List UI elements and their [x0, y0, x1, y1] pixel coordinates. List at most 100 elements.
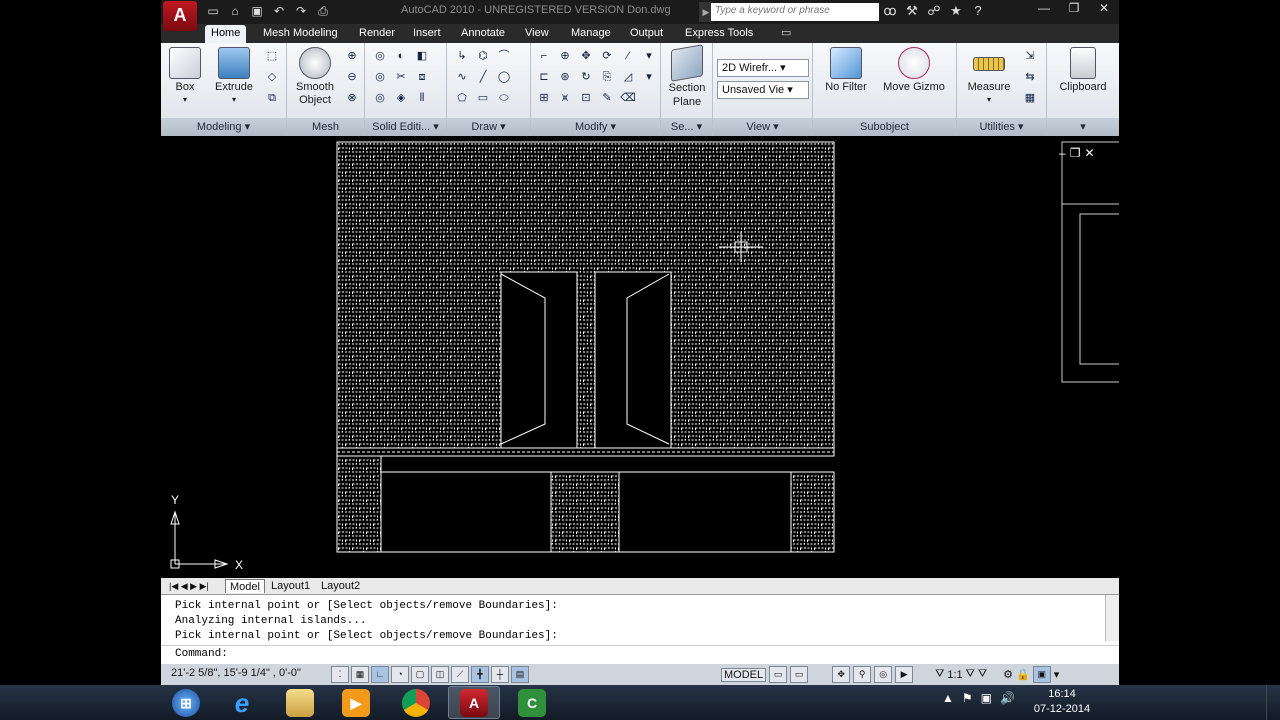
object-snap-icon[interactable]: ▢: [411, 666, 429, 683]
annotation-scale-icon[interactable]: ⛛: [935, 668, 944, 681]
calculator-icon[interactable]: ▦: [1021, 89, 1039, 107]
panel-title-utilities[interactable]: Utilities ▾: [957, 118, 1046, 136]
quick-view-layouts-icon[interactable]: ▭: [769, 666, 788, 683]
tab-model[interactable]: Model: [225, 579, 265, 593]
panel-title-modify[interactable]: Modify ▾: [531, 118, 660, 136]
tab-output[interactable]: Output: [624, 25, 669, 43]
rectangle-icon[interactable]: ▭: [474, 89, 492, 107]
help-icon[interactable]: ?: [969, 2, 987, 20]
line-icon[interactable]: ╱: [474, 68, 492, 86]
taskbar-internet-explorer[interactable]: e: [216, 686, 268, 719]
minimize-icon[interactable]: —: [1029, 0, 1059, 18]
polygon-icon[interactable]: ⬠: [453, 89, 471, 107]
panel-title-solid-editing[interactable]: Solid Editi... ▾: [365, 118, 446, 136]
smooth-more-icon[interactable]: ⊕: [343, 47, 361, 65]
taskbar-clock[interactable]: 16:14 07-12-2014: [1030, 687, 1094, 717]
workspace-switching-icon[interactable]: ⚙: [1003, 668, 1013, 681]
pillars[interactable]: [336, 455, 835, 553]
erase-icon[interactable]: ⌫: [619, 89, 637, 107]
snap-mode-icon[interactable]: ⁚: [331, 666, 349, 683]
action-center-icon[interactable]: ⚑: [962, 691, 973, 705]
quick-view-drawings-icon[interactable]: ▭: [790, 666, 809, 683]
measure-button[interactable]: Measure ▾: [963, 47, 1015, 105]
layout-nav-icons[interactable]: |◀ ◀ ▶ ▶|: [165, 579, 213, 593]
clean-screen-icon[interactable]: ▣: [1032, 666, 1051, 683]
fillet-icon[interactable]: ⌐: [535, 47, 553, 65]
no-filter-button[interactable]: No Filter: [821, 47, 871, 93]
viewport-restore-icon[interactable]: ❐: [1070, 146, 1081, 160]
presspull-icon[interactable]: ⬚: [263, 47, 281, 65]
ortho-mode-icon[interactable]: ∟: [371, 666, 389, 683]
favorites-icon[interactable]: ★: [947, 2, 965, 20]
loft-icon[interactable]: ⧉: [263, 89, 281, 107]
tab-annotate[interactable]: Annotate: [455, 25, 511, 43]
ellipse-icon[interactable]: ⬭: [495, 89, 513, 107]
clipboard-button[interactable]: Clipboard: [1055, 47, 1111, 93]
tab-insert[interactable]: Insert: [407, 25, 447, 43]
taskbar-media-player[interactable]: ▶: [330, 686, 382, 719]
volume-icon[interactable]: 🔊: [1000, 691, 1015, 705]
3d-object-snap-icon[interactable]: ◫: [431, 666, 449, 683]
grid-display-icon[interactable]: ▦: [351, 666, 369, 683]
command-input-row[interactable]: Command:: [161, 645, 1119, 663]
annotation-visibility-icon[interactable]: ⛛: [966, 668, 975, 681]
taskbar-autocad[interactable]: A: [448, 686, 500, 719]
tab-layout2[interactable]: Layout2: [317, 579, 364, 593]
polyline-icon[interactable]: ↳: [453, 47, 471, 65]
separate-icon[interactable]: ⫴: [413, 89, 431, 107]
redo-icon[interactable]: ↷: [293, 3, 309, 19]
smooth-less-icon[interactable]: ⊖: [343, 68, 361, 86]
3d-rotate-icon[interactable]: ⟳: [598, 47, 616, 65]
drawing-canvas[interactable]: Y X – ❐ ✕: [161, 138, 1123, 578]
refine-mesh-icon[interactable]: ⊗: [343, 89, 361, 107]
3d-polyline-icon[interactable]: ⌬: [474, 47, 492, 65]
visual-style-dropdown[interactable]: 2D Wirefr... ▾: [717, 59, 809, 77]
dynamic-ucs-icon[interactable]: ╋: [471, 666, 489, 683]
interfere-icon[interactable]: ◎: [371, 89, 389, 107]
panel-title-modeling[interactable]: Modeling ▾: [161, 118, 286, 136]
quick-select-icon[interactable]: ⇲: [1021, 47, 1039, 65]
move-gizmo-button[interactable]: Move Gizmo: [879, 47, 949, 93]
section-plane-button[interactable]: Section Plane: [663, 44, 711, 109]
showmotion-icon[interactable]: ▶: [895, 666, 914, 683]
arc-icon[interactable]: ⌒: [495, 47, 513, 65]
tab-mesh-modeling[interactable]: Mesh Modeling: [257, 25, 344, 43]
restore-icon[interactable]: ❐: [1059, 0, 1089, 18]
stretch-icon[interactable]: ◿: [619, 68, 637, 86]
communication-icon[interactable]: ☍: [925, 2, 943, 20]
union-icon[interactable]: ◎: [371, 47, 389, 65]
rotate-icon[interactable]: ↻: [577, 68, 595, 86]
box-button[interactable]: Box ▾: [169, 47, 201, 105]
panel-title-section[interactable]: Se... ▾: [661, 118, 712, 136]
lock-icon[interactable]: 🔒: [1016, 668, 1030, 681]
intersect-icon[interactable]: ◎: [371, 68, 389, 86]
brick-wall[interactable]: [336, 141, 835, 449]
id-point-icon[interactable]: ⇆: [1021, 68, 1039, 86]
tab-manage[interactable]: Manage: [565, 25, 617, 43]
extract-edges-icon[interactable]: ◧: [413, 47, 431, 65]
circle-icon[interactable]: ◯: [495, 68, 513, 86]
secondary-drawing-window[interactable]: [1061, 141, 1123, 383]
3d-move-icon[interactable]: ⊕: [556, 47, 574, 65]
tab-render[interactable]: Render: [353, 25, 401, 43]
panel-title-subobject[interactable]: Subobject: [813, 118, 956, 136]
trim-icon[interactable]: ⁄: [619, 47, 637, 65]
3d-mirror-icon[interactable]: ⊛: [556, 68, 574, 86]
new-icon[interactable]: ▭: [205, 3, 221, 19]
panel-title-view[interactable]: View ▾: [713, 118, 812, 136]
save-icon[interactable]: ▣: [249, 3, 265, 19]
match-properties-icon[interactable]: ✎: [598, 89, 616, 107]
network-icon[interactable]: ▣: [981, 691, 992, 705]
close-icon[interactable]: ✕: [1089, 0, 1119, 18]
polar-tracking-icon[interactable]: ◔: [391, 666, 409, 683]
application-menu-button[interactable]: A: [163, 1, 197, 31]
command-scrollbar[interactable]: [1105, 595, 1119, 641]
tab-view[interactable]: View: [519, 25, 555, 43]
subtract-icon[interactable]: ◐: [392, 47, 410, 65]
plot-icon[interactable]: ⎙: [315, 3, 331, 19]
scale-icon[interactable]: ⊡: [577, 89, 595, 107]
pan-icon[interactable]: ✥: [832, 666, 851, 683]
auto-scale-icon[interactable]: ⛛: [978, 668, 987, 681]
zoom-icon[interactable]: ⚲: [853, 666, 872, 683]
search-input[interactable]: Type a keyword or phrase: [711, 3, 879, 21]
